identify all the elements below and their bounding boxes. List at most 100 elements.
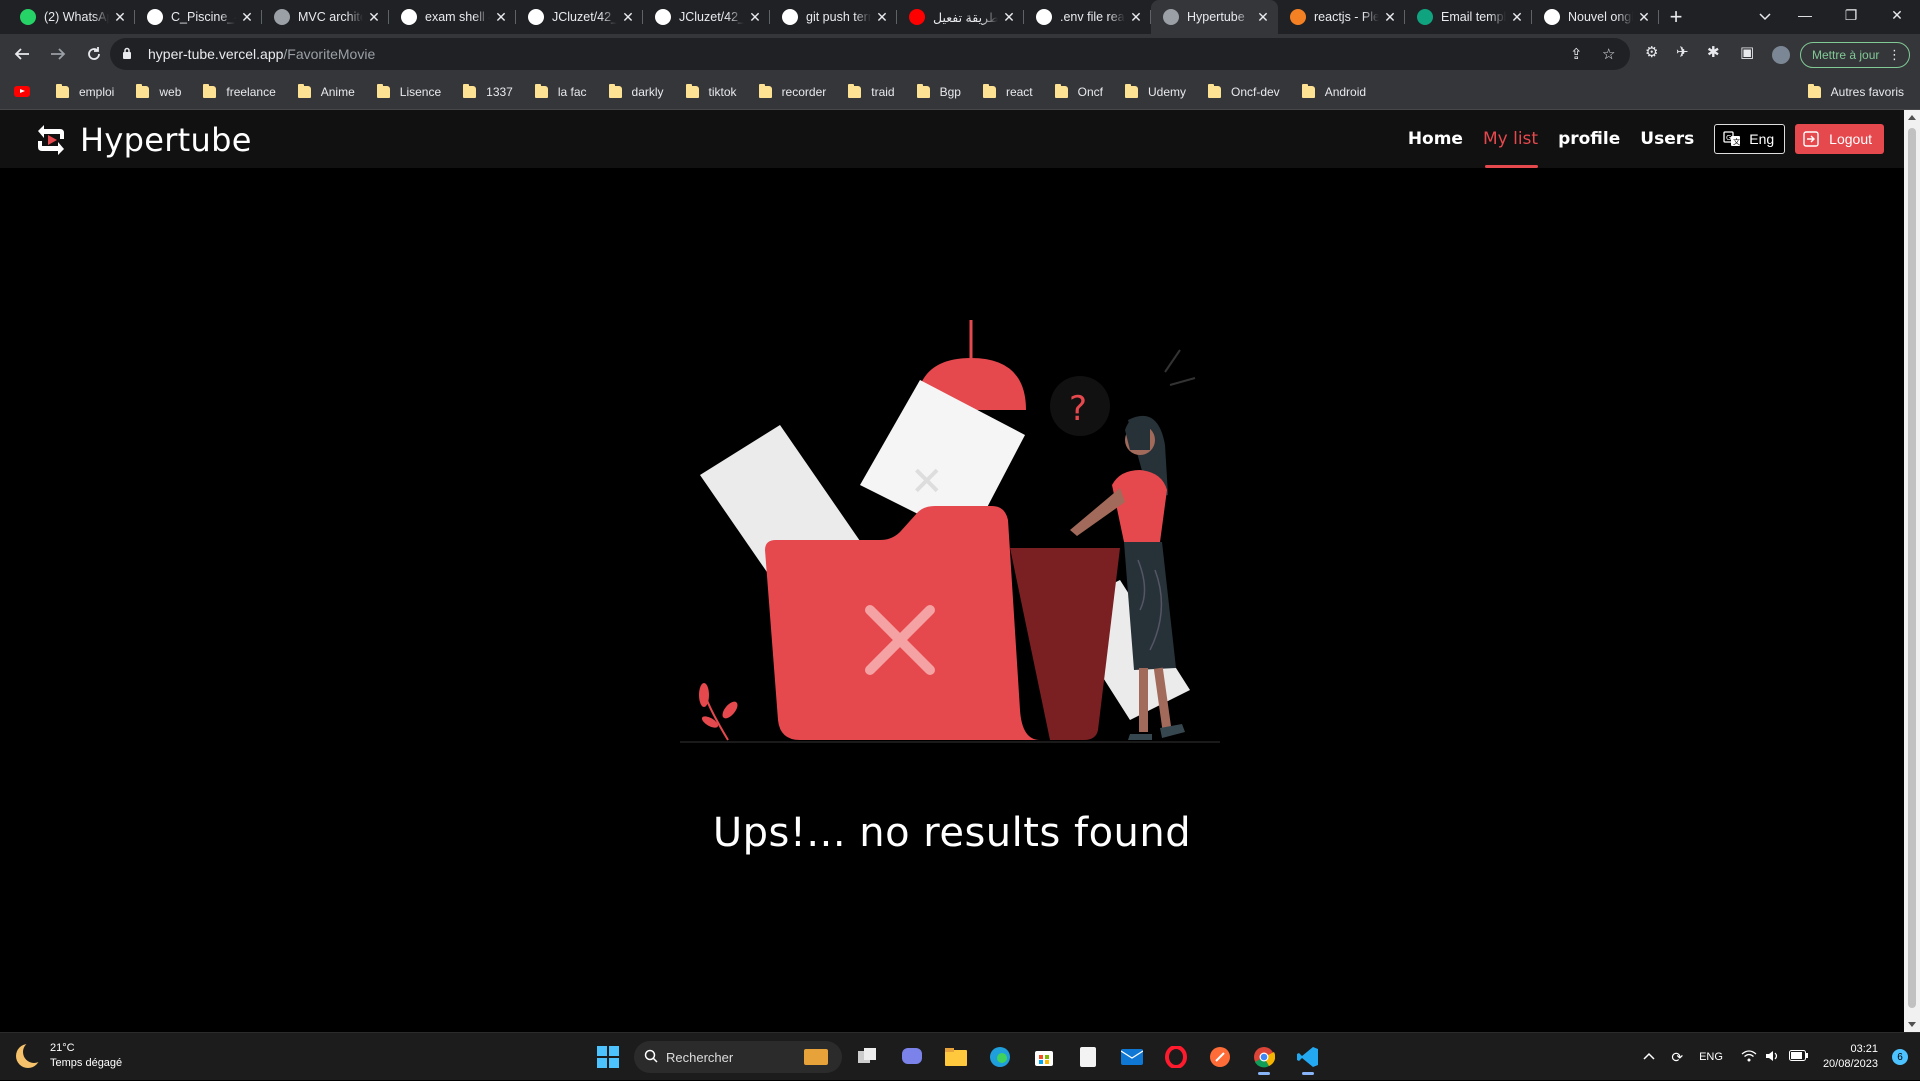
input-language[interactable]: ENG	[1699, 1051, 1723, 1063]
browser-tab[interactable]: reactjs - Plex ✕	[1278, 0, 1405, 34]
nav-my-list[interactable]: My list	[1483, 110, 1539, 168]
bookmark-folder[interactable]: la fac	[523, 80, 593, 104]
scroll-up-icon[interactable]	[1908, 115, 1916, 120]
postman-icon[interactable]	[1202, 1039, 1238, 1075]
scroll-down-icon[interactable]	[1908, 1022, 1916, 1027]
nav-profile[interactable]: profile	[1558, 110, 1620, 168]
tab-title: طريقة تفعيل	[933, 10, 998, 25]
scrollbar-thumb[interactable]	[1908, 128, 1916, 1008]
tab-close-icon[interactable]: ✕	[240, 9, 254, 26]
tab-close-icon[interactable]: ✕	[875, 9, 889, 26]
bookmark-folder[interactable]: traid	[836, 80, 900, 104]
tab-search-chevron-icon[interactable]	[1750, 4, 1780, 30]
taskbar-search[interactable]: Rechercher	[634, 1041, 842, 1073]
bookmark-folder[interactable]: freelance	[191, 80, 281, 104]
logout-button[interactable]: Logout	[1795, 124, 1884, 154]
browser-tab[interactable]: JCluzet/42_ ✕	[643, 0, 770, 34]
language-button[interactable]: G文 Eng	[1714, 124, 1786, 154]
chat-icon[interactable]	[894, 1039, 930, 1075]
address-bar[interactable]: hyper-tube.vercel.app/FavoriteMovie ⇪ ☆	[110, 38, 1630, 70]
store-icon[interactable]	[1026, 1039, 1062, 1075]
mail-icon[interactable]	[1114, 1039, 1150, 1075]
tab-close-icon[interactable]: ✕	[494, 9, 508, 26]
vscode-icon[interactable]	[1290, 1039, 1326, 1075]
nav-users[interactable]: Users	[1640, 110, 1694, 168]
browser-tab[interactable]: git push terminal ✕	[770, 0, 897, 34]
update-chrome-button[interactable]: Mettre à jour ⋮	[1800, 42, 1910, 68]
extension-bird-icon[interactable]: ✈	[1676, 43, 1689, 61]
battery-icon[interactable]	[1788, 1050, 1809, 1064]
reload-icon[interactable]	[80, 40, 108, 68]
browser-tab[interactable]: (2) WhatsApp ✕	[8, 0, 135, 34]
bookmark-folder[interactable]: Udemy	[1113, 80, 1192, 104]
brand-logo[interactable]: Hypertube	[30, 119, 252, 161]
edge-icon[interactable]	[982, 1039, 1018, 1075]
task-view-icon[interactable]	[850, 1039, 886, 1075]
browser-tab[interactable]: Hypertube ✕	[1151, 0, 1278, 34]
bookmark-folder[interactable]: Anime	[286, 80, 361, 104]
browser-tab[interactable]: .env file react ✕	[1024, 0, 1151, 34]
browser-tab[interactable]: MVC architecture ✕	[262, 0, 389, 34]
restore-icon[interactable]: ❐	[1828, 0, 1874, 30]
tab-close-icon[interactable]: ✕	[748, 9, 762, 26]
bookmark-folder[interactable]: emploi	[44, 80, 120, 104]
lock-icon[interactable]	[122, 47, 136, 61]
notification-badge[interactable]: 6	[1892, 1049, 1908, 1065]
volume-icon[interactable]	[1765, 1050, 1781, 1065]
tab-close-icon[interactable]: ✕	[1002, 9, 1016, 26]
extensions-puzzle-icon[interactable]: ✱	[1707, 43, 1720, 61]
tab-close-icon[interactable]: ✕	[1637, 9, 1651, 26]
browser-tab[interactable]: C_Piscine_42 ✕	[135, 0, 262, 34]
wifi-icon[interactable]	[1741, 1049, 1757, 1065]
opera-icon[interactable]	[1158, 1039, 1194, 1075]
sync-icon[interactable]: ⟳	[1671, 1049, 1683, 1066]
side-panel-icon[interactable]: ▣	[1740, 43, 1754, 61]
bookmark-folder[interactable]: Bgp	[905, 80, 967, 104]
chrome-icon[interactable]	[1246, 1039, 1282, 1075]
bookmark-youtube[interactable]	[0, 80, 40, 104]
back-arrow-icon[interactable]	[8, 40, 36, 68]
page-scrollbar[interactable]	[1904, 110, 1920, 1032]
notepad-icon[interactable]	[1070, 1039, 1106, 1075]
nav-home[interactable]: Home	[1408, 110, 1463, 168]
weather-widget[interactable]: 21°C Temps dégagé	[16, 1041, 122, 1071]
tab-close-icon[interactable]: ✕	[1256, 9, 1270, 26]
settings-extension-icon[interactable]: ⚙	[1645, 43, 1658, 61]
bookmark-folder[interactable]: tiktok	[674, 80, 743, 104]
browser-tab[interactable]: Email template ✕	[1405, 0, 1532, 34]
bookmark-star-icon[interactable]: ☆	[1602, 45, 1615, 63]
close-window-icon[interactable]: ✕	[1874, 0, 1920, 30]
chatgpt-icon	[1417, 9, 1433, 25]
browser-tab[interactable]: Nouvel onglet ✕	[1532, 0, 1659, 34]
clock[interactable]: 03:21 20/08/2023	[1823, 1042, 1878, 1072]
bookmark-folder[interactable]: 1337	[451, 80, 519, 104]
bookmark-folder[interactable]: darkly	[597, 80, 670, 104]
tab-title: reactjs - Plex	[1314, 10, 1379, 24]
chevron-up-icon[interactable]	[1643, 1051, 1655, 1063]
profile-avatar[interactable]	[1770, 44, 1792, 66]
bookmark-folder[interactable]: react	[971, 80, 1039, 104]
bookmark-folder[interactable]: recorder	[747, 80, 833, 104]
menu-dots-icon[interactable]: ⋮	[1888, 47, 1901, 63]
new-tab-button[interactable]: +	[1659, 0, 1693, 34]
minimize-icon[interactable]: —	[1782, 0, 1828, 30]
bookmark-folder[interactable]: Oncf-dev	[1196, 80, 1286, 104]
tab-close-icon[interactable]: ✕	[621, 9, 635, 26]
windows-start-icon[interactable]	[590, 1039, 626, 1075]
browser-tab[interactable]: JCluzet/42_ ✕	[516, 0, 643, 34]
share-icon[interactable]: ⇪	[1570, 45, 1583, 63]
bookmark-folder[interactable]: web	[124, 80, 187, 104]
bookmark-folder[interactable]: Lisence	[365, 80, 447, 104]
forward-arrow-icon[interactable]	[44, 40, 72, 68]
bookmark-folder[interactable]: Android	[1290, 80, 1372, 104]
tab-close-icon[interactable]: ✕	[1383, 9, 1397, 26]
tab-close-icon[interactable]: ✕	[1510, 9, 1524, 26]
file-explorer-icon[interactable]	[938, 1039, 974, 1075]
browser-tab[interactable]: طريقة تفعيل ✕	[897, 0, 1024, 34]
bookmark-other-folder[interactable]: Autres favoris	[1796, 80, 1910, 104]
tab-close-icon[interactable]: ✕	[1129, 9, 1143, 26]
browser-tab[interactable]: exam shell 42 ✕	[389, 0, 516, 34]
tab-close-icon[interactable]: ✕	[367, 9, 381, 26]
bookmark-folder[interactable]: Oncf	[1043, 80, 1109, 104]
tab-close-icon[interactable]: ✕	[113, 9, 127, 26]
